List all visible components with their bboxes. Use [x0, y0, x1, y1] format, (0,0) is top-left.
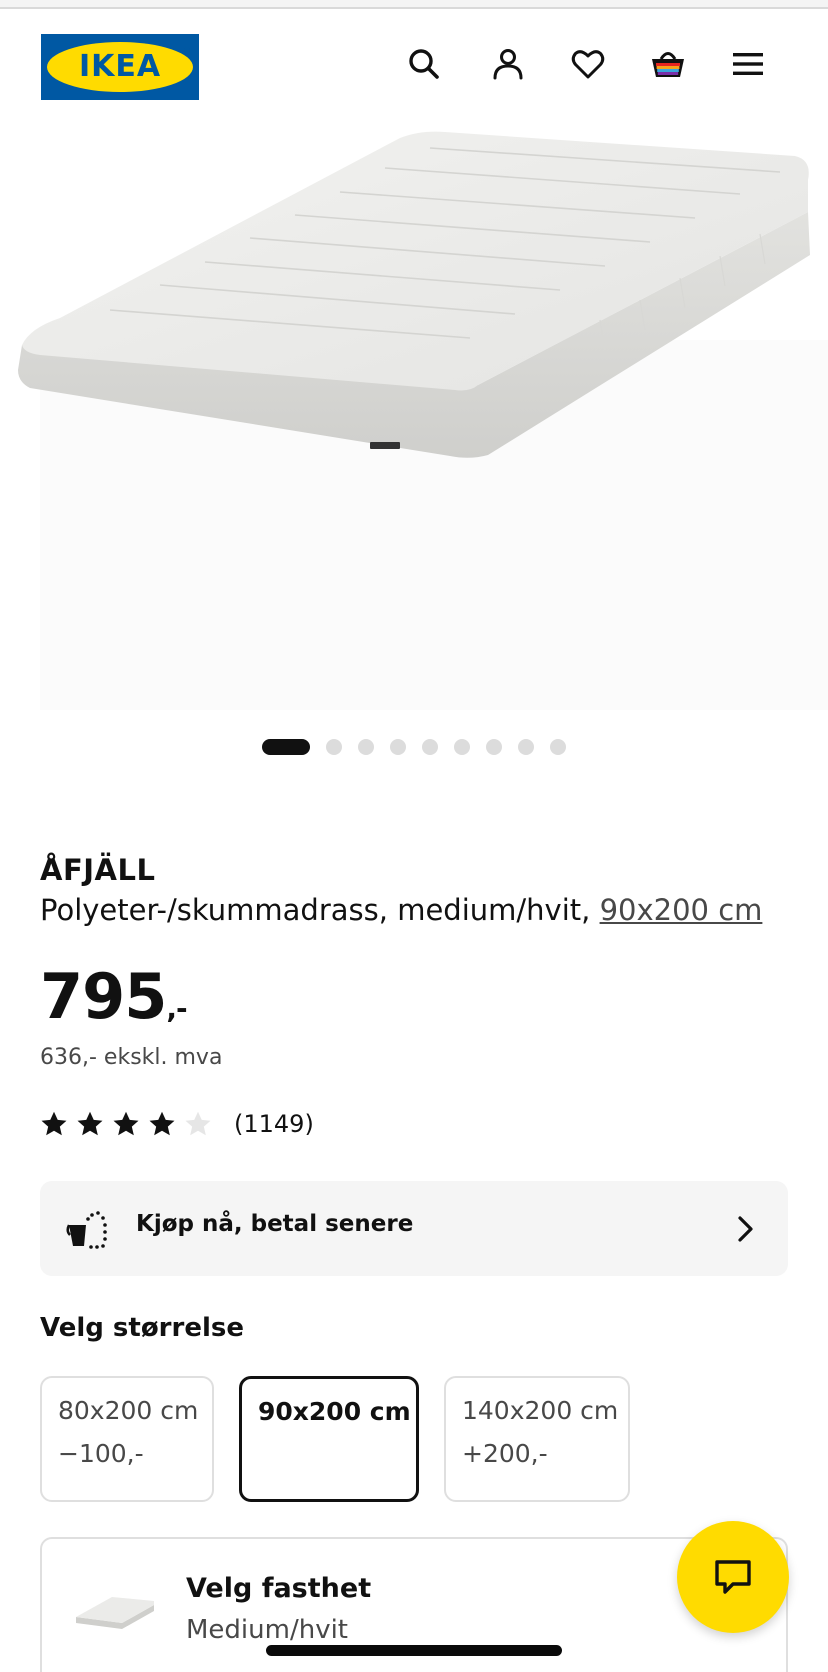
product-name: ÅFJÄLL — [40, 853, 156, 887]
pagination-dot-active[interactable] — [262, 739, 310, 755]
star-icon — [113, 1111, 139, 1136]
product-description: Polyeter-/skummadrass, medium/hvit, 90x2… — [40, 893, 762, 927]
size-option-80x200[interactable]: 80x200 cm −100,- — [40, 1376, 214, 1502]
description-text: Polyeter-/skummadrass, medium/hvit, — [40, 893, 600, 927]
menu-icon[interactable] — [728, 44, 768, 84]
product-image[interactable] — [0, 120, 828, 720]
home-indicator — [266, 1645, 562, 1656]
logo-text: IKEA — [78, 49, 162, 84]
firmness-title: Velg fasthet — [186, 1573, 372, 1604]
size-option-90x200[interactable]: 90x200 cm — [239, 1376, 419, 1502]
pay-later-icon — [66, 1211, 107, 1249]
ikea-logo[interactable]: IKEA ® — [41, 34, 199, 100]
price-suffix: ,- — [166, 992, 187, 1025]
star-icon — [149, 1111, 175, 1136]
logo-oval: IKEA ® — [47, 42, 193, 92]
pagination-dot[interactable] — [550, 739, 566, 755]
pay-later-button[interactable]: Kjøp nå, betal senere — [40, 1181, 788, 1276]
heart-icon[interactable] — [568, 44, 608, 84]
size-option-140x200[interactable]: 140x200 cm +200,- — [444, 1376, 630, 1502]
star-icon — [41, 1111, 67, 1136]
pagination-dot[interactable] — [326, 739, 342, 755]
price-amount: 795 — [40, 960, 167, 1033]
basket-icon[interactable] — [648, 44, 688, 84]
size-heading: Velg størrelse — [40, 1313, 244, 1343]
pay-later-label: Kjøp nå, betal senere — [136, 1211, 414, 1237]
account-icon[interactable] — [488, 44, 528, 84]
firmness-thumbnail — [76, 1597, 154, 1629]
search-icon[interactable] — [404, 44, 444, 84]
size-option-label: 140x200 cm — [462, 1396, 619, 1425]
pagination-dot[interactable] — [486, 739, 502, 755]
logo-registered-mark: ® — [183, 46, 191, 55]
size-option-price-diff: +200,- — [462, 1439, 548, 1468]
price: 795,- — [40, 960, 188, 1033]
pagination-dot[interactable] — [518, 739, 534, 755]
chat-icon — [715, 1560, 751, 1594]
firmness-value: Medium/hvit — [186, 1615, 349, 1645]
header: IKEA ® — [0, 32, 828, 100]
price-excl-vat: 636,- ekskl. mva — [40, 1045, 223, 1070]
pagination-dot[interactable] — [358, 739, 374, 755]
size-option-label: 80x200 cm — [58, 1396, 199, 1425]
pagination-dot[interactable] — [390, 739, 406, 755]
star-empty-icon — [185, 1111, 211, 1136]
pagination-dot[interactable] — [422, 739, 438, 755]
gallery-pagination — [262, 739, 566, 755]
status-bar-edge — [0, 0, 828, 9]
chevron-right-icon — [738, 1216, 753, 1242]
mattress-illustration — [18, 131, 810, 458]
rating-count: (1149) — [234, 1110, 314, 1138]
size-link[interactable]: 90x200 cm — [600, 893, 763, 927]
size-option-label: 90x200 cm — [258, 1397, 411, 1426]
star-icon — [77, 1111, 103, 1136]
pagination-dot[interactable] — [454, 739, 470, 755]
chat-button[interactable] — [677, 1521, 789, 1633]
size-option-price-diff: −100,- — [58, 1439, 144, 1468]
rating[interactable]: (1149) — [40, 1108, 314, 1140]
